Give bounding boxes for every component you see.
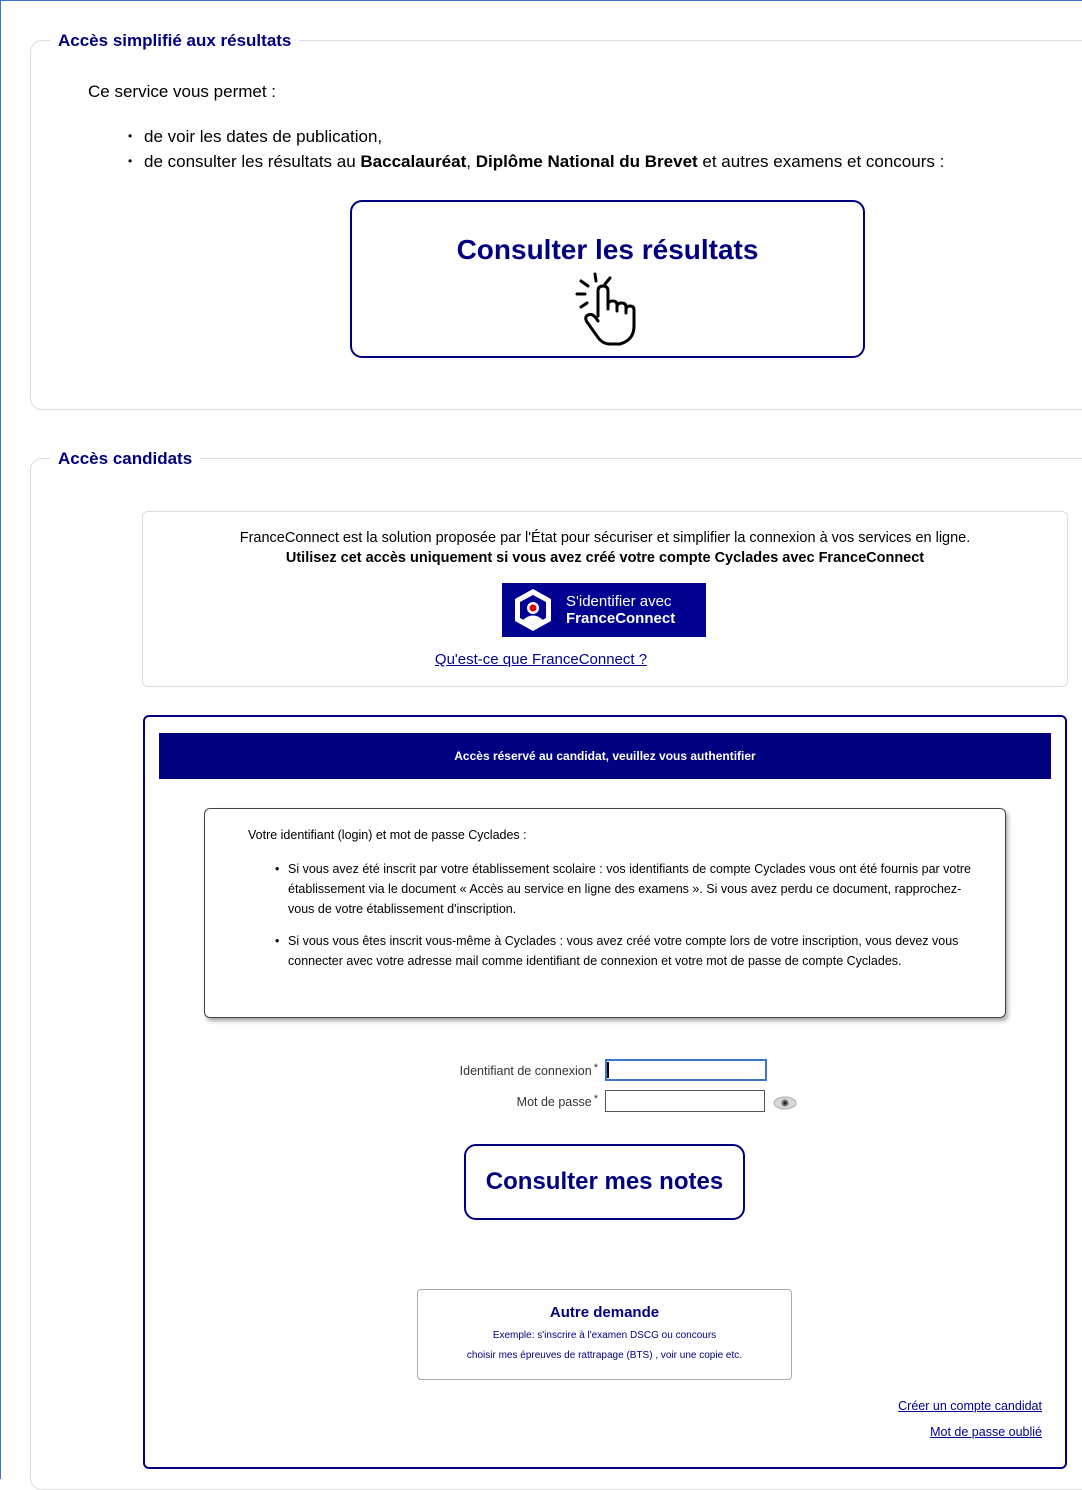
what-is-franceconnect-link[interactable]: Qu'est-ce que FranceConnect ? xyxy=(435,651,647,668)
page-left-border xyxy=(0,0,1,1479)
password-label-row: Mot de passe * xyxy=(380,1093,598,1109)
password-label: Mot de passe xyxy=(516,1095,592,1109)
results-section-title: Accès simplifié aux résultats xyxy=(50,31,300,51)
other-request-button[interactable]: Autre demande Exemple: s'inscrire à l'ex… xyxy=(417,1289,792,1380)
franceconnect-button-line2: FranceConnect xyxy=(566,610,676,627)
results-intro: Ce service vous permet : xyxy=(88,82,277,101)
other-request-example-line1: Exemple: s'inscrire à l'examen DSCG ou c… xyxy=(492,1330,717,1341)
results-bullets: de voir les dates de publication, de con… xyxy=(128,124,944,174)
franceconnect-login-button[interactable]: S'identifier avec FranceConnect xyxy=(502,583,706,637)
franceconnect-help-row: Qu'est-ce que FranceConnect ? xyxy=(0,651,1082,668)
franceconnect-warning: Utilisez cet accès uniquement si vous av… xyxy=(285,550,925,566)
candidates-section-title: Accès candidats xyxy=(50,449,201,469)
password-input[interactable] xyxy=(605,1090,765,1112)
credentials-info-box: Votre identifiant (login) et mot de pass… xyxy=(204,808,1006,1018)
create-account-row: Créer un compte candidat xyxy=(898,1399,1042,1413)
credentials-info-list: Si vous avez été inscrit par votre établ… xyxy=(275,859,975,983)
login-input[interactable] xyxy=(605,1059,767,1081)
credentials-info-item: Si vous avez été inscrit par votre établ… xyxy=(275,859,975,919)
forgot-password-link[interactable]: Mot de passe oublié xyxy=(930,1425,1042,1439)
required-mark: * xyxy=(593,1093,598,1105)
page-top-border xyxy=(0,0,1082,1)
other-request-example-line2: choisir mes épreuves de rattrapage (BTS)… xyxy=(466,1350,743,1361)
bullet-publication-dates: de voir les dates de publication, xyxy=(128,124,944,149)
auth-header: Accès réservé au candidat, veuillez vous… xyxy=(159,733,1051,779)
pointer-hand-icon xyxy=(575,272,636,346)
login-label: Identifiant de connexion xyxy=(459,1064,592,1078)
text-caret xyxy=(607,1062,609,1078)
consult-results-button[interactable]: Consulter les résultats xyxy=(350,200,865,358)
bullet-consult-results: de consulter les résultats au Baccalauré… xyxy=(128,149,944,174)
franceconnect-button-line1: S'identifier avec xyxy=(566,593,672,610)
franceconnect-logo-icon xyxy=(515,589,551,631)
consult-results-label: Consulter les résultats xyxy=(456,234,759,265)
credentials-info-lead: Votre identifiant (login) et mot de pass… xyxy=(248,828,527,842)
consult-grades-button[interactable]: Consulter mes notes xyxy=(464,1144,745,1220)
eye-icon[interactable] xyxy=(773,1096,797,1110)
required-mark: * xyxy=(593,1062,598,1074)
credentials-info-item: Si vous vous êtes inscrit vous-même à Cy… xyxy=(275,931,975,971)
franceconnect-description: FranceConnect est la solution proposée p… xyxy=(239,530,971,546)
login-label-row: Identifiant de connexion * xyxy=(380,1062,598,1078)
forgot-password-row: Mot de passe oublié xyxy=(930,1425,1042,1439)
create-account-link[interactable]: Créer un compte candidat xyxy=(898,1399,1042,1413)
consult-grades-label: Consulter mes notes xyxy=(485,1168,724,1195)
other-request-title: Autre demande xyxy=(549,1304,660,1321)
